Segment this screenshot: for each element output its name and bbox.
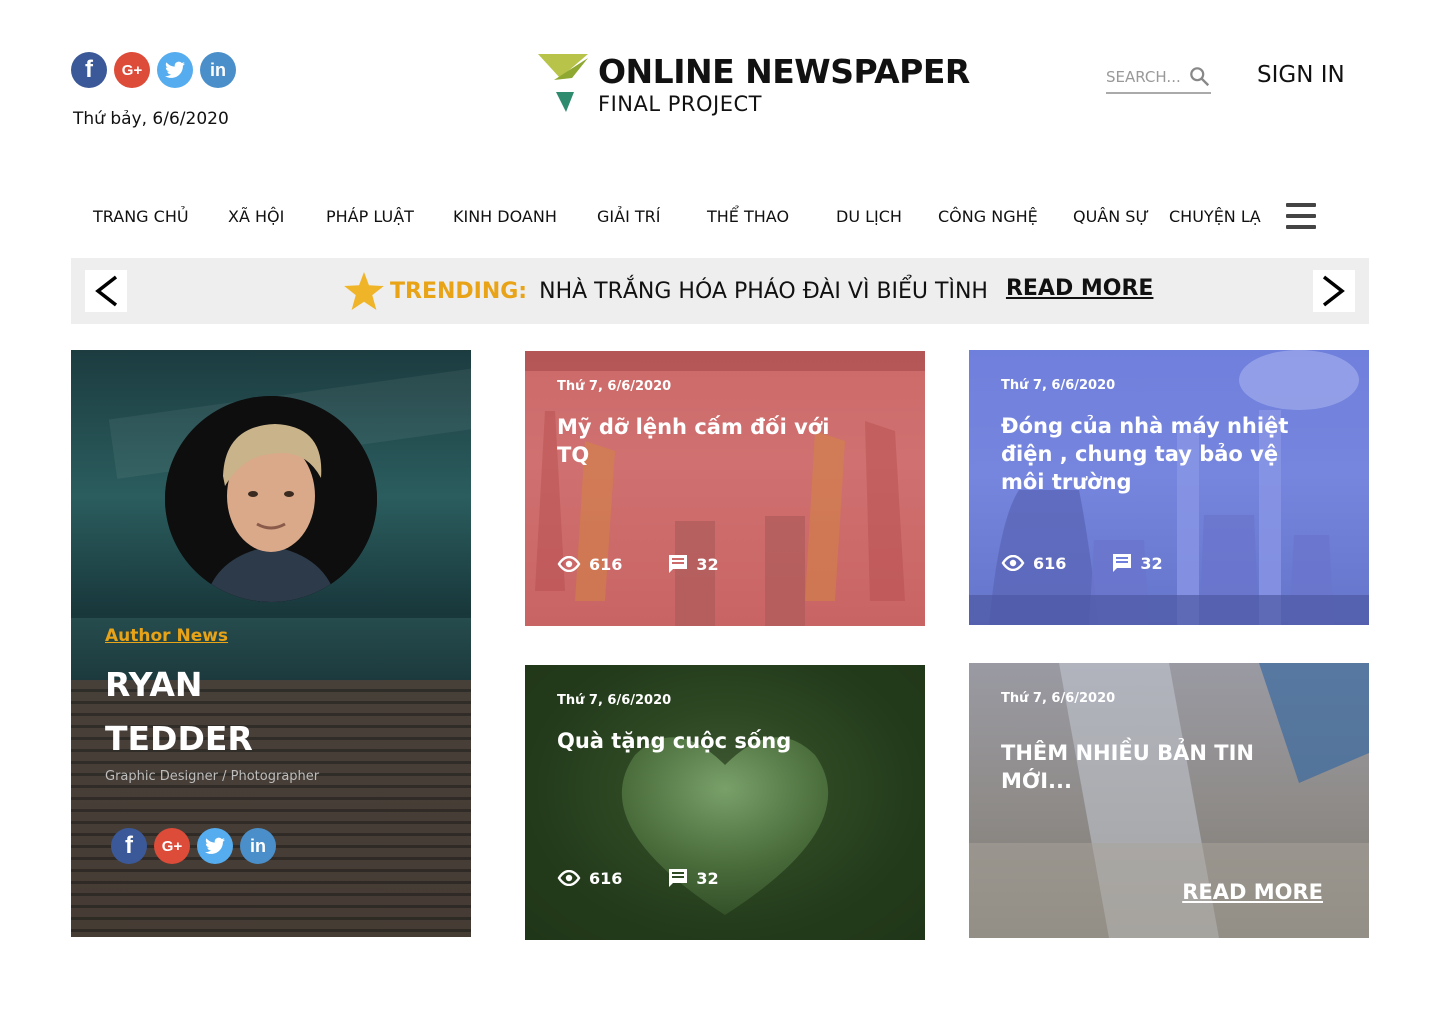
author-last-name: TEDDER bbox=[105, 719, 253, 758]
author-card: Author News RYAN TEDDER Graphic Designer… bbox=[71, 350, 471, 937]
news-card[interactable]: Thứ 7, 6/6/2020 THÊM NHIỀU BẢN TIN MỚI..… bbox=[969, 663, 1369, 938]
chevron-left-icon bbox=[95, 275, 118, 307]
menu-icon[interactable] bbox=[1286, 203, 1316, 229]
comments-count: 32 bbox=[696, 868, 719, 888]
news-card[interactable]: Thứ 7, 6/6/2020 Mỹ dỡ lệnh cấm đối với T… bbox=[525, 351, 925, 626]
comments-stat: 32 bbox=[1112, 553, 1163, 573]
trending-headline[interactable]: NHÀ TRẮNG HÓA PHÁO ĐÀI VÌ BIỂU TÌNH bbox=[539, 279, 988, 304]
comment-icon bbox=[1113, 554, 1132, 572]
chevron-right-icon bbox=[1322, 275, 1345, 307]
card-date: Thứ 7, 6/6/2020 bbox=[1001, 378, 1116, 393]
comment-icon bbox=[669, 555, 688, 573]
current-date: Thứ bảy, 6/6/2020 bbox=[73, 109, 229, 129]
twitter-icon[interactable] bbox=[157, 52, 193, 88]
card-stats: 616 32 bbox=[1001, 553, 1163, 573]
eye-icon bbox=[557, 870, 581, 886]
linkedin-icon[interactable]: in bbox=[200, 52, 236, 88]
trending-prev-button[interactable] bbox=[85, 270, 127, 312]
facebook-icon[interactable]: f bbox=[111, 828, 147, 864]
trending-bar: TRENDING: NHÀ TRẮNG HÓA PHÁO ĐÀI VÌ BIỂU… bbox=[71, 258, 1369, 324]
news-card[interactable]: Thứ 7, 6/6/2020 Quà tặng cuộc sống 616 3… bbox=[525, 665, 925, 940]
main-nav: TRANG CHỦ XÃ HỘI PHÁP LUẬT KINH DOANH GI… bbox=[0, 207, 1440, 231]
views-count: 616 bbox=[589, 868, 623, 888]
google-plus-icon[interactable]: G+ bbox=[154, 828, 190, 864]
eye-icon bbox=[557, 556, 581, 572]
news-card[interactable]: Thứ 7, 6/6/2020 Đóng của nhà máy nhiệt đ… bbox=[969, 350, 1369, 625]
card-stats: 616 32 bbox=[557, 868, 719, 888]
author-news-link[interactable]: Author News bbox=[105, 626, 228, 646]
comments-count: 32 bbox=[1140, 553, 1163, 573]
eye-icon bbox=[1001, 555, 1025, 571]
search-input[interactable] bbox=[1106, 68, 1188, 86]
card-title[interactable]: Đóng của nhà máy nhiệt điện , chung tay … bbox=[1001, 412, 1301, 496]
card-stats: 616 32 bbox=[557, 554, 719, 574]
comments-stat: 32 bbox=[668, 868, 719, 888]
sign-in-link[interactable]: SIGN IN bbox=[1257, 62, 1345, 88]
comments-count: 32 bbox=[696, 554, 719, 574]
trending-next-button[interactable] bbox=[1313, 270, 1355, 312]
views-count: 616 bbox=[589, 554, 623, 574]
card-date: Thứ 7, 6/6/2020 bbox=[557, 693, 672, 708]
comments-stat: 32 bbox=[668, 554, 719, 574]
logo-subtitle: FINAL PROJECT bbox=[598, 92, 762, 116]
card-title[interactable]: Mỹ dỡ lệnh cấm đối với TQ bbox=[557, 413, 857, 469]
views-stat: 616 bbox=[1001, 554, 1066, 573]
nav-item-chuyen-la[interactable]: CHUYỆN LẠ bbox=[1169, 207, 1261, 226]
author-name: RYAN TEDDER bbox=[105, 658, 405, 766]
logo-title: ONLINE NEWSPAPER bbox=[598, 52, 970, 91]
trending-read-more-link[interactable]: READ MORE bbox=[1006, 276, 1153, 301]
nav-item-xa-hoi[interactable]: XÃ HỘI bbox=[228, 207, 284, 226]
nav-item-kinh-doanh[interactable]: KINH DOANH bbox=[453, 207, 557, 226]
trending-content: TRENDING: NHÀ TRẮNG HÓA PHÁO ĐÀI VÌ BIỂU… bbox=[344, 270, 1153, 312]
nav-item-giai-tri[interactable]: GIẢI TRÍ bbox=[597, 207, 660, 226]
card-title[interactable]: THÊM NHIỀU BẢN TIN MỚI... bbox=[1001, 739, 1301, 795]
author-avatar[interactable] bbox=[165, 396, 377, 602]
card-title[interactable]: Quà tặng cuộc sống bbox=[557, 727, 857, 755]
facebook-icon[interactable]: f bbox=[71, 52, 107, 88]
nav-item-cong-nghe[interactable]: CÔNG NGHỆ bbox=[938, 207, 1038, 226]
nav-item-quan-su[interactable]: QUÂN SỰ bbox=[1073, 207, 1149, 226]
star-icon bbox=[344, 272, 384, 310]
card-date: Thứ 7, 6/6/2020 bbox=[557, 379, 672, 394]
logo-mark-icon bbox=[538, 54, 588, 112]
views-stat: 616 bbox=[557, 869, 622, 888]
nav-item-phap-luat[interactable]: PHÁP LUẬT bbox=[326, 207, 414, 226]
header-social-icons: f G+ in bbox=[71, 52, 236, 88]
nav-item-trang-chu[interactable]: TRANG CHỦ bbox=[93, 207, 189, 226]
linkedin-icon[interactable]: in bbox=[240, 828, 276, 864]
views-stat: 616 bbox=[557, 555, 622, 574]
author-role: Graphic Designer / Photographer bbox=[105, 769, 320, 784]
card-date: Thứ 7, 6/6/2020 bbox=[1001, 691, 1116, 706]
search-box bbox=[1106, 62, 1211, 94]
author-social-icons: f G+ in bbox=[111, 828, 276, 864]
trending-label: TRENDING: bbox=[390, 278, 528, 304]
comment-icon bbox=[669, 869, 688, 887]
author-first-name: RYAN bbox=[105, 665, 203, 704]
views-count: 616 bbox=[1033, 553, 1067, 573]
nav-item-du-lich[interactable]: DU LỊCH bbox=[836, 207, 902, 226]
search-icon[interactable] bbox=[1189, 66, 1211, 88]
twitter-icon[interactable] bbox=[197, 828, 233, 864]
nav-item-the-thao[interactable]: THỂ THAO bbox=[707, 207, 789, 226]
read-more-link[interactable]: READ MORE bbox=[1182, 880, 1323, 904]
google-plus-icon[interactable]: G+ bbox=[114, 52, 150, 88]
